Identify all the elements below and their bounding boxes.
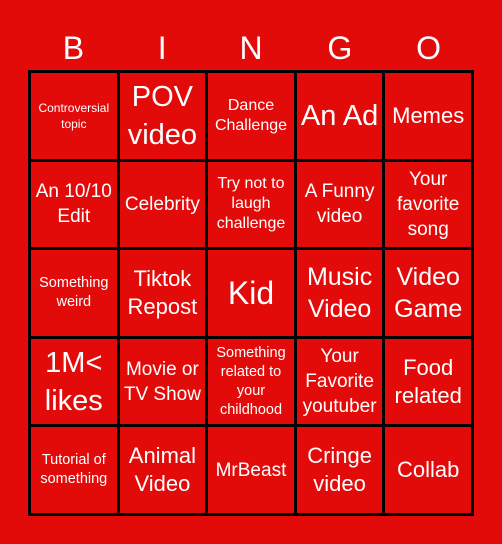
cell-text: Music Video xyxy=(306,262,373,323)
bingo-cell[interactable]: Your favorite song xyxy=(385,161,471,248)
header-letter-n: N xyxy=(239,30,263,66)
bingo-cell[interactable]: An Ad xyxy=(296,73,383,159)
cell-text: 1M< likes xyxy=(44,346,103,417)
cell-text: Tiktok Repost xyxy=(127,265,198,319)
cell-text: An Ad xyxy=(300,99,379,132)
bingo-card: Controversial topic POV video Dance Chal… xyxy=(28,70,474,516)
header-letter-i: I xyxy=(157,30,167,66)
bingo-cell[interactable]: Tiktok Repost xyxy=(119,250,206,336)
cell-text: Celebrity xyxy=(124,193,200,215)
cell-text: Kid xyxy=(227,274,275,311)
cell-text: Something related to your childhood xyxy=(216,344,286,418)
cell-text: Memes xyxy=(392,102,465,128)
bingo-cell[interactable]: Tutorial of something xyxy=(31,427,117,513)
cell-text: Tutorial of something xyxy=(40,452,108,488)
bingo-cell[interactable]: POV video xyxy=(119,73,206,159)
cell-text: Video Game xyxy=(394,262,463,323)
bingo-cell[interactable]: Movie or TV Show xyxy=(119,338,206,425)
bingo-cell[interactable]: An 10/10 Edit xyxy=(31,161,117,248)
bingo-cell[interactable]: Collab xyxy=(385,427,471,513)
bingo-cell[interactable]: Animal Video xyxy=(119,427,206,513)
cell-text: POV video xyxy=(127,80,198,151)
cell-text: Your favorite song xyxy=(397,168,460,240)
cell-text: Dance Challenge xyxy=(214,96,288,134)
cell-text: Controversial topic xyxy=(38,100,110,131)
bingo-cell[interactable]: Video Game xyxy=(385,250,471,336)
bingo-cell[interactable]: Something weird xyxy=(31,250,117,336)
cell-text: Movie or TV Show xyxy=(123,358,201,405)
header-letter-b: B xyxy=(62,30,85,66)
bingo-cell[interactable]: Kid xyxy=(208,250,294,336)
bingo-cell[interactable]: A Funny video xyxy=(296,161,383,248)
cell-text: An 10/10 Edit xyxy=(35,181,112,228)
bingo-cell[interactable]: Cringe video xyxy=(296,427,383,513)
cell-text: A Funny video xyxy=(304,181,375,228)
bingo-header: B I N G O xyxy=(29,28,473,68)
bingo-cell[interactable]: MrBeast xyxy=(208,427,294,513)
cell-text: Cringe video xyxy=(307,443,372,497)
header-letter-g: G xyxy=(327,30,353,66)
cell-text: Your Favorite youtuber xyxy=(302,346,377,418)
cell-text: Try not to laugh challenge xyxy=(216,175,286,233)
bingo-cell[interactable]: Music Video xyxy=(296,250,383,336)
cell-text: Collab xyxy=(397,457,460,483)
cell-text: MrBeast xyxy=(215,459,287,481)
bingo-cell[interactable]: Something related to your childhood xyxy=(208,338,294,425)
bingo-cell[interactable]: Controversial topic xyxy=(31,73,117,159)
cell-text: Food related xyxy=(394,354,462,408)
header-letter-o: O xyxy=(416,30,442,66)
bingo-cell[interactable]: Your Favorite youtuber xyxy=(296,338,383,425)
bingo-cell[interactable]: Memes xyxy=(385,73,471,159)
bingo-cell[interactable]: Dance Challenge xyxy=(208,73,294,159)
bingo-cell[interactable]: Food related xyxy=(385,338,471,425)
bingo-cell[interactable]: Try not to laugh challenge xyxy=(208,161,294,248)
bingo-cell[interactable]: Celebrity xyxy=(119,161,206,248)
cell-text: Animal Video xyxy=(128,443,197,497)
bingo-cell[interactable]: 1M< likes xyxy=(31,338,117,425)
cell-text: Something weird xyxy=(39,274,109,310)
